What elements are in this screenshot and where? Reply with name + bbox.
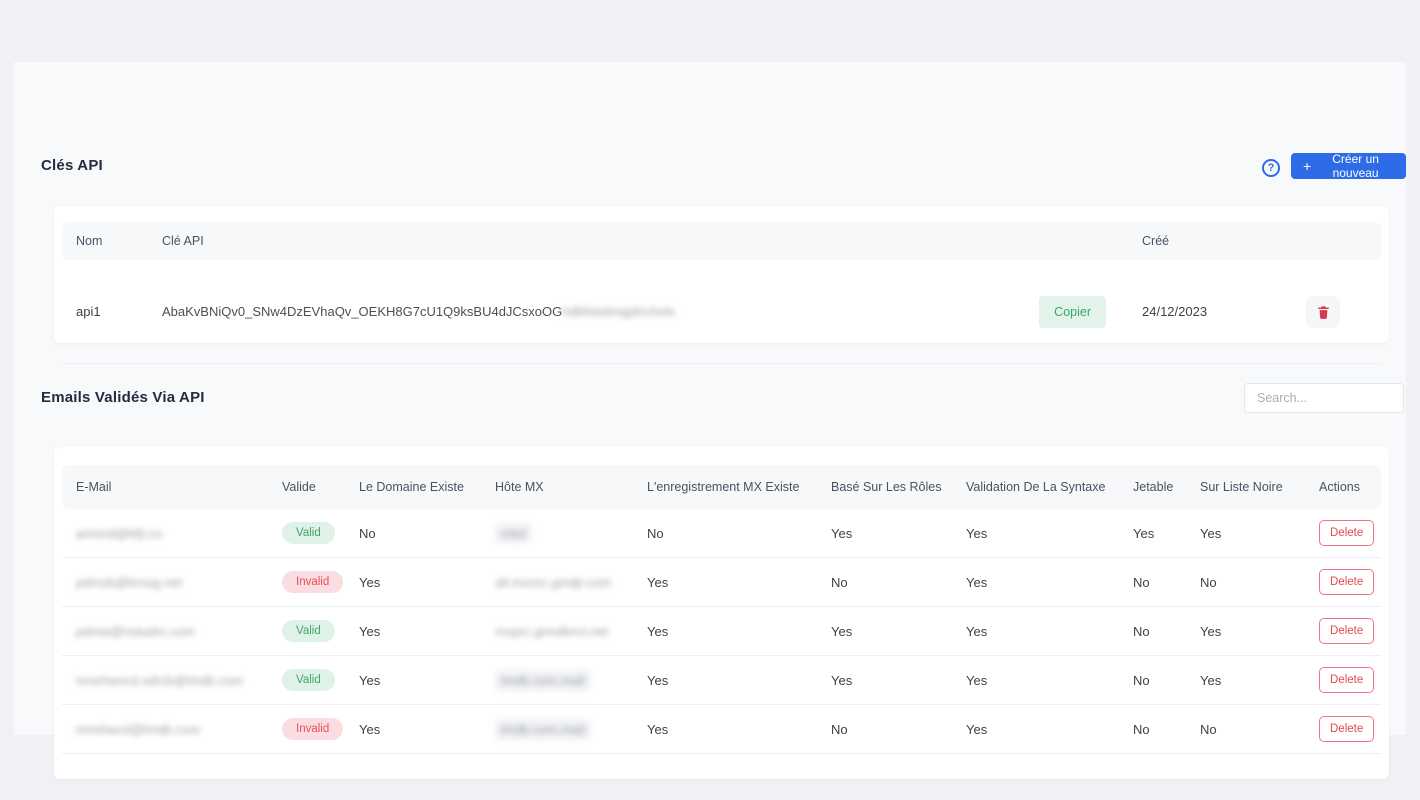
email-row: amsnd@kfjt.co Valid No mkd No Yes Yes Ye… — [62, 509, 1381, 558]
role-based-value: No — [831, 574, 848, 590]
email-row: pdmsb@krnsg.net Invalid Yes alt.mxrec.gm… — [62, 558, 1381, 607]
emails-title: Emails Validés Via API — [41, 389, 205, 406]
syntax-validation-value: Yes — [966, 672, 988, 688]
role-based-value: No — [831, 721, 848, 737]
mx-host-redacted: lmdb.com.mail — [495, 718, 591, 740]
delete-email-button[interactable]: Delete — [1319, 716, 1375, 742]
col-header-cree: Créé — [1142, 234, 1170, 248]
status-badge: Valid — [282, 620, 335, 642]
blacklisted-value: No — [1200, 574, 1217, 590]
role-based-value: Yes — [831, 672, 853, 688]
domain-exists-value: Yes — [359, 721, 381, 737]
emails-table-header: E-Mail Valide Le Domaine Existe Hôte MX … — [62, 465, 1381, 509]
email-row: mnshwcd@lmdb.com Invalid Yes lmdb.com.ma… — [62, 705, 1381, 754]
api-key-created-date: 24/12/2023 — [1142, 304, 1208, 319]
emails-card: E-Mail Valide Le Domaine Existe Hôte MX … — [54, 447, 1389, 779]
disposable-value: Yes — [1133, 525, 1155, 541]
domain-exists-value: No — [359, 525, 376, 541]
api-keys-card: Nom Clé API Créé api1 AbaKvBNiQv0_SNw4Dz… — [54, 206, 1389, 364]
mx-host-redacted: mxprc.grmdkncl.net — [495, 623, 609, 639]
help-icon[interactable]: ? — [1262, 159, 1280, 177]
email-address-redacted: pdmsb@krnsg.net — [76, 574, 182, 590]
email-address-redacted: mnshwcd@lmdb.com — [76, 721, 201, 737]
domain-exists-value: Yes — [359, 672, 381, 688]
mx-host-redacted: lmdb.com.mail — [495, 669, 591, 691]
delete-email-button[interactable]: Delete — [1319, 618, 1375, 644]
syntax-validation-value: Yes — [966, 525, 988, 541]
col-header-actions: Actions — [1319, 480, 1360, 494]
create-api-key-label: Créer un nouveau — [1332, 152, 1379, 180]
delete-api-key-button[interactable] — [1306, 295, 1340, 328]
disposable-value: No — [1133, 574, 1150, 590]
col-header-domaine-existe: Le Domaine Existe — [359, 480, 464, 494]
status-badge: Invalid — [282, 718, 344, 740]
delete-email-button[interactable]: Delete — [1319, 667, 1375, 693]
mx-record-exists-value: Yes — [647, 672, 669, 688]
trash-icon — [1316, 304, 1331, 320]
status-badge: Valid — [282, 669, 335, 691]
disposable-value: No — [1133, 672, 1150, 688]
api-key-value: AbaKvBNiQv0_SNw4DzEVhaQv_OEKH8G7cU1Q9ksB… — [162, 304, 563, 319]
col-header-liste-noire: Sur Liste Noire — [1200, 480, 1283, 494]
domain-exists-value: Yes — [359, 623, 381, 639]
mx-record-exists-value: Yes — [647, 623, 669, 639]
email-address-redacted: pdmw@nstudrc.com — [76, 623, 195, 639]
api-keys-title: Clés API — [41, 157, 103, 174]
email-address-redacted: mnshwncd.sdrcb@lmdb.com — [76, 672, 244, 688]
status-badge: Valid — [282, 522, 335, 544]
create-api-key-button[interactable]: + Créer un nouveau — [1291, 152, 1406, 180]
mx-host-redacted: mkd — [495, 522, 532, 544]
email-address-redacted: amsnd@kfjt.co — [76, 525, 163, 541]
delete-email-button[interactable]: Delete — [1319, 520, 1375, 546]
content-panel: Clés API ? + Créer un nouveau Nom Clé AP… — [14, 62, 1406, 779]
syntax-validation-value: Yes — [966, 721, 988, 737]
plus-icon: + — [1303, 158, 1312, 174]
col-header-cle-api: Clé API — [162, 234, 204, 248]
email-row: mnshwncd.sdrcb@lmdb.com Valid Yes lmdb.c… — [62, 656, 1381, 705]
delete-email-button[interactable]: Delete — [1319, 569, 1375, 595]
api-key-name: api1 — [76, 304, 101, 319]
mx-host-redacted: alt.mxrec.gmdjr.com — [495, 574, 612, 590]
role-based-value: Yes — [831, 623, 853, 639]
col-header-base-roles: Basé Sur Les Rôles — [831, 480, 942, 494]
disposable-value: No — [1133, 721, 1150, 737]
syntax-validation-value: Yes — [966, 574, 988, 590]
col-header-validation-syntaxe: Validation De La Syntaxe — [966, 480, 1106, 494]
blacklisted-value: Yes — [1200, 623, 1222, 639]
mx-record-exists-value: No — [647, 525, 664, 541]
api-keys-table-header: Nom Clé API Créé — [62, 222, 1381, 260]
disposable-value: No — [1133, 623, 1150, 639]
domain-exists-value: Yes — [359, 574, 381, 590]
col-header-valide: Valide — [282, 480, 316, 494]
col-header-hote-mx: Hôte MX — [495, 480, 544, 494]
blacklisted-value: No — [1200, 721, 1217, 737]
email-row: pdmw@nstudrc.com Valid Yes mxprc.grmdknc… — [62, 607, 1381, 656]
col-header-enregistrement-mx: L'enregistrement MX Existe — [647, 480, 800, 494]
mx-record-exists-value: Yes — [647, 574, 669, 590]
search-input[interactable] — [1244, 383, 1404, 413]
col-header-email: E-Mail — [76, 480, 112, 494]
blacklisted-value: Yes — [1200, 525, 1222, 541]
api-key-value-redacted: hdkfslwtmqjdnchels — [562, 304, 675, 319]
api-key-row: api1 AbaKvBNiQv0_SNw4DzEVhaQv_OEKH8G7cU1… — [62, 260, 1381, 364]
status-badge: Invalid — [282, 571, 344, 593]
col-header-jetable: Jetable — [1133, 480, 1174, 494]
role-based-value: Yes — [831, 525, 853, 541]
copy-api-key-button[interactable]: Copier — [1039, 295, 1106, 328]
mx-record-exists-value: Yes — [647, 721, 669, 737]
col-header-nom: Nom — [76, 234, 103, 248]
blacklisted-value: Yes — [1200, 672, 1222, 688]
syntax-validation-value: Yes — [966, 623, 988, 639]
